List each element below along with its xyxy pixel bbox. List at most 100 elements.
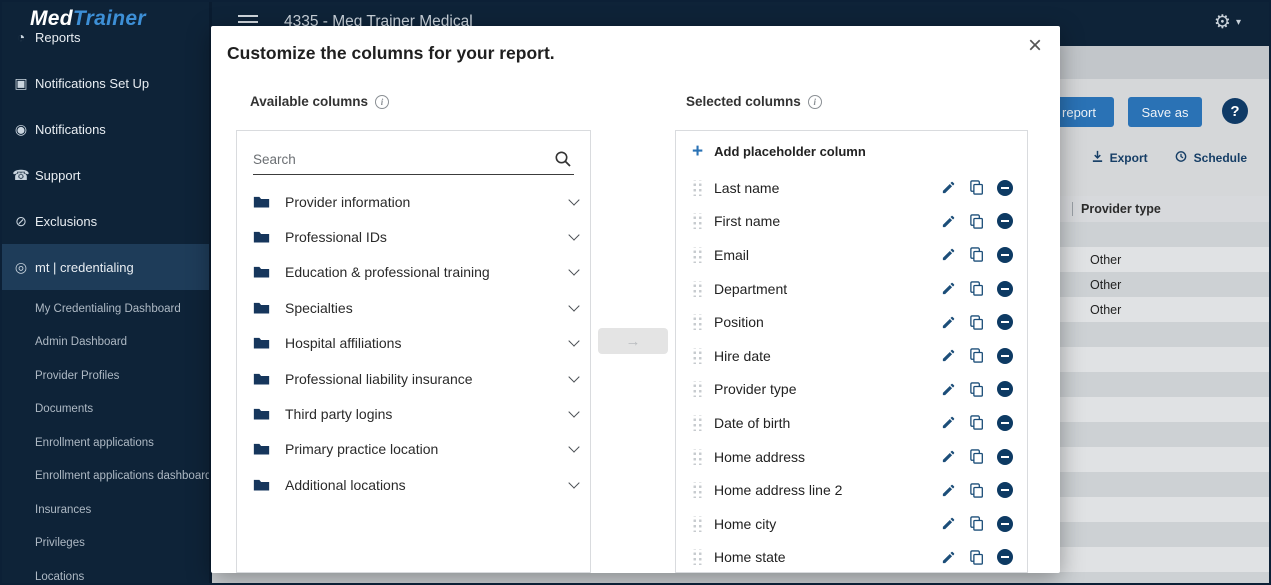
- drag-handle-icon[interactable]: [692, 414, 703, 431]
- available-group-row[interactable]: Education & professional training: [237, 255, 590, 290]
- schedule-button[interactable]: Schedule: [1174, 150, 1247, 166]
- sidebar-item-mt-credentialing[interactable]: ◎ mt | credentialing: [2, 244, 209, 290]
- edit-column-button[interactable]: [941, 180, 956, 195]
- copy-column-button[interactable]: [969, 314, 984, 330]
- drag-handle-icon[interactable]: [692, 549, 703, 566]
- info-icon[interactable]: i: [375, 94, 390, 109]
- chevron-down-icon[interactable]: [568, 477, 580, 489]
- remove-column-button[interactable]: [997, 213, 1013, 230]
- chevron-down-icon[interactable]: [568, 406, 580, 418]
- copy-column-button[interactable]: [969, 348, 984, 363]
- edit-column-button[interactable]: [941, 281, 956, 296]
- edit-column-button[interactable]: [941, 550, 956, 565]
- copy-column-button[interactable]: [969, 214, 984, 229]
- sidebar-item-notifications[interactable]: ◉ Notifications: [2, 106, 209, 152]
- edit-column-button[interactable]: [941, 449, 956, 464]
- chevron-down-icon[interactable]: [568, 335, 580, 347]
- drag-handle-icon[interactable]: [692, 179, 703, 196]
- sidebar-subitem-privileges[interactable]: Privileges: [2, 527, 209, 561]
- remove-column-button[interactable]: [997, 549, 1013, 566]
- chevron-down-icon[interactable]: [568, 194, 580, 206]
- edit-column-button[interactable]: [941, 247, 956, 262]
- copy-column-button[interactable]: [969, 516, 984, 531]
- drag-handle-icon[interactable]: [692, 448, 703, 465]
- edit-column-button[interactable]: [941, 315, 956, 330]
- drag-handle-icon[interactable]: [692, 314, 703, 331]
- drag-handle-icon[interactable]: [692, 482, 703, 499]
- drag-handle-icon[interactable]: [692, 347, 703, 364]
- sidebar-item-exclusions[interactable]: ⊘ Exclusions: [2, 198, 209, 244]
- copy-column-button[interactable]: [969, 382, 984, 397]
- selected-column-label: Home city: [714, 515, 777, 532]
- copy-column-button[interactable]: [969, 550, 984, 565]
- remove-column-button[interactable]: [997, 347, 1013, 364]
- remove-column-button[interactable]: [997, 515, 1013, 532]
- available-group-row[interactable]: Additional locations: [237, 467, 590, 502]
- copy-column-button[interactable]: [969, 180, 984, 196]
- save-as-button[interactable]: Save as: [1128, 97, 1202, 127]
- help-button[interactable]: ?: [1222, 98, 1248, 124]
- hamburger-icon: [238, 15, 258, 17]
- chevron-down-icon[interactable]: [568, 300, 580, 312]
- info-icon[interactable]: i: [807, 94, 822, 109]
- add-placeholder-column-button[interactable]: + Add placeholder column: [676, 131, 1027, 171]
- drag-handle-icon[interactable]: [692, 381, 703, 398]
- edit-column-button[interactable]: [941, 382, 956, 397]
- available-group-row[interactable]: Specialties: [237, 290, 590, 325]
- edit-column-button[interactable]: [941, 348, 956, 363]
- edit-column-button[interactable]: [941, 483, 956, 498]
- settings-button[interactable]: ⚙ ▾: [1214, 11, 1241, 34]
- remove-column-button[interactable]: [997, 448, 1013, 465]
- sidebar-subitem-documents[interactable]: Documents: [2, 393, 209, 427]
- chevron-down-icon[interactable]: [568, 264, 580, 277]
- available-group-row[interactable]: Provider information: [237, 184, 590, 219]
- copy-column-button[interactable]: [969, 281, 984, 296]
- remove-column-button[interactable]: [997, 246, 1013, 263]
- available-group-row[interactable]: Professional liability insurance: [237, 361, 590, 396]
- copy-column-button[interactable]: [969, 247, 984, 263]
- available-group-row[interactable]: Hospital affiliations: [237, 326, 590, 361]
- minus-circle-icon: [997, 314, 1013, 331]
- available-group-row[interactable]: Professional IDs: [237, 219, 590, 254]
- move-right-button[interactable]: →: [598, 328, 668, 354]
- sidebar-subitem-locations[interactable]: Locations: [2, 560, 209, 583]
- drag-handle-icon[interactable]: [692, 213, 703, 230]
- drag-handle-icon[interactable]: [692, 280, 703, 297]
- close-icon[interactable]: ×: [1028, 34, 1042, 58]
- sidebar-subitem-admin-dashboard[interactable]: Admin Dashboard: [2, 326, 209, 360]
- sidebar-subitem-enrollment-applications[interactable]: Enrollment applications: [2, 426, 209, 460]
- sidebar-item-reports[interactable]: ◔ Reports: [2, 14, 209, 60]
- remove-column-button[interactable]: [997, 280, 1013, 297]
- chevron-down-icon[interactable]: [568, 441, 580, 454]
- edit-column-button[interactable]: [941, 415, 956, 430]
- edit-column-button[interactable]: [941, 214, 956, 229]
- table-tools: Export Schedule: [1091, 150, 1247, 166]
- remove-column-button[interactable]: [997, 482, 1013, 499]
- sidebar-subitem-enrollment-applications-dashboard[interactable]: Enrollment applications dashboard: [2, 460, 209, 494]
- minus-circle-icon: [997, 347, 1013, 364]
- remove-column-button[interactable]: [997, 179, 1013, 196]
- available-group-row[interactable]: Primary practice location: [237, 432, 590, 467]
- remove-column-button[interactable]: [997, 314, 1013, 331]
- chevron-down-icon[interactable]: [568, 370, 580, 383]
- edit-column-button[interactable]: [941, 516, 956, 531]
- search-input[interactable]: [253, 145, 548, 173]
- remove-column-button[interactable]: [997, 414, 1013, 431]
- copy-column-button[interactable]: [969, 415, 984, 431]
- drag-handle-icon[interactable]: [692, 515, 703, 532]
- sidebar-item-support[interactable]: ☎ Support: [2, 152, 209, 198]
- remove-column-button[interactable]: [997, 381, 1013, 398]
- copy-column-button[interactable]: [969, 482, 984, 498]
- export-button[interactable]: Export: [1091, 150, 1148, 166]
- sidebar-subitem-my-credentialing-dashboard[interactable]: My Credentialing Dashboard: [2, 292, 209, 326]
- selected-column-label: Hire date: [714, 347, 771, 364]
- sidebar-subitem-provider-profiles[interactable]: Provider Profiles: [2, 359, 209, 393]
- row-actions: [941, 246, 1013, 263]
- sidebar-subitem-insurances[interactable]: Insurances: [2, 493, 209, 527]
- available-group-row[interactable]: Third party logins: [237, 396, 590, 431]
- chevron-down-icon[interactable]: [568, 229, 580, 241]
- copy-column-button[interactable]: [969, 449, 984, 464]
- sidebar-item-notifications-set-up[interactable]: ▣ Notifications Set Up: [2, 60, 209, 106]
- drag-handle-icon[interactable]: [692, 246, 703, 263]
- search-icon[interactable]: [554, 150, 572, 173]
